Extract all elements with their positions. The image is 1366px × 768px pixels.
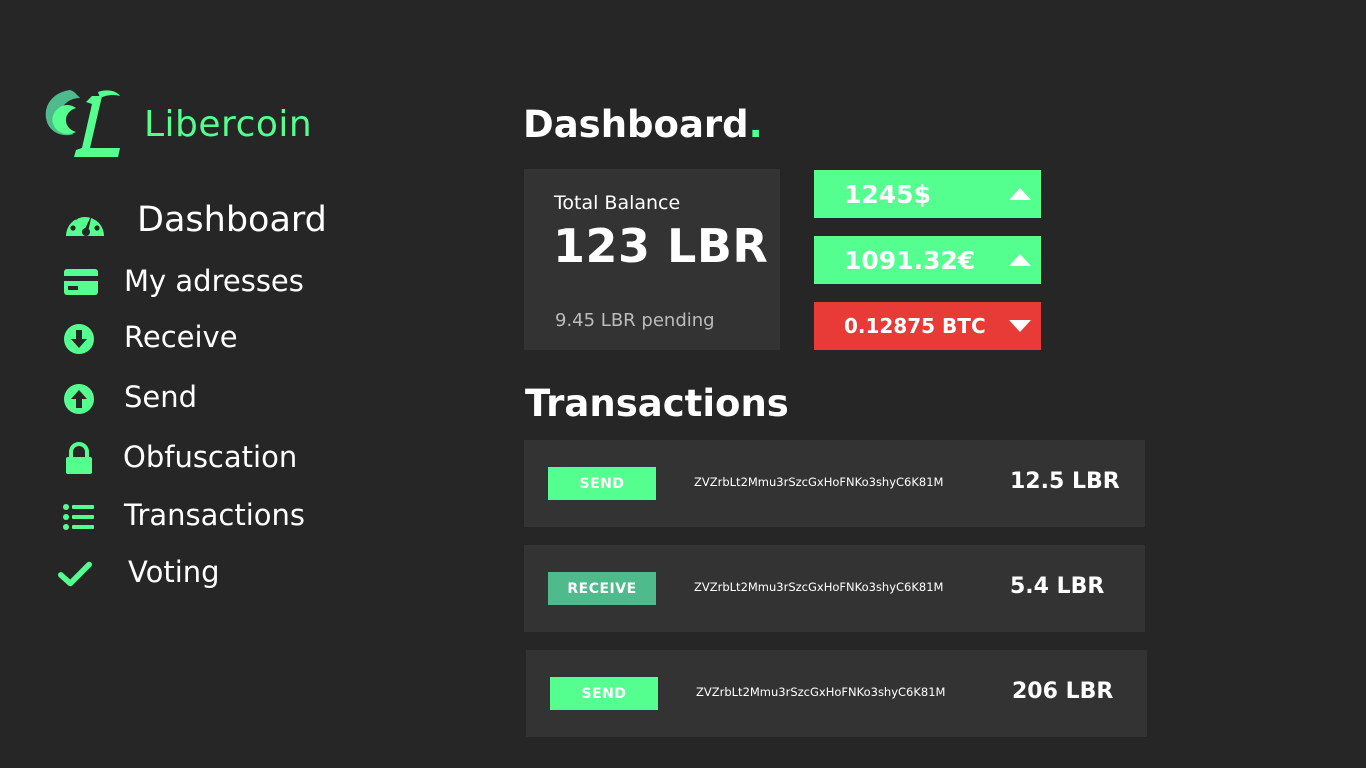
triangle-down-icon — [1009, 320, 1031, 332]
app-window: Libercoin Dashboard My adresses Receive … — [0, 0, 1366, 768]
rate-value: 1091.32€ — [844, 245, 976, 275]
sidebar-item-label: Transactions — [124, 498, 306, 532]
rate-value: 1245$ — [844, 179, 931, 209]
transaction-row[interactable]: SEND ZVZrbLt2Mmu3rSzcGxHoFNKo3shyC6K81M … — [526, 650, 1147, 737]
page-title-dot: . — [748, 103, 763, 146]
sidebar-item-voting[interactable]: Voting — [58, 555, 258, 593]
sidebar-item-label: Receive — [124, 320, 238, 354]
speedometer-icon — [62, 204, 108, 240]
sidebar-item-receive[interactable]: Receive — [62, 320, 282, 358]
rate-usd[interactable]: 1245$ — [814, 170, 1041, 218]
tx-amount: 206 LBR — [1012, 679, 1114, 704]
balance-value: 123 LBR — [553, 219, 769, 273]
tx-type-badge[interactable]: RECEIVE — [548, 572, 656, 605]
brand-name: Libercoin — [144, 104, 313, 145]
transaction-row[interactable]: RECEIVE ZVZrbLt2Mmu3rSzcGxHoFNKo3shyC6K8… — [524, 545, 1145, 632]
total-balance-card: Total Balance 123 LBR 9.45 LBR pending — [524, 169, 780, 350]
balance-label: Total Balance — [554, 192, 681, 214]
tx-amount: 12.5 LBR — [1010, 469, 1120, 494]
sidebar-item-send[interactable]: Send — [62, 380, 262, 418]
lock-icon — [62, 442, 96, 476]
sidebar-item-my-adresses[interactable]: My adresses — [62, 264, 342, 300]
sidebar-item-label: Send — [124, 380, 198, 414]
sidebar-item-label: Obfuscation — [123, 440, 298, 474]
transactions-title: Transactions — [525, 382, 789, 425]
arrow-down-circle-icon — [62, 322, 96, 356]
sidebar-item-label: Dashboard — [137, 200, 327, 240]
tx-type-badge[interactable]: SEND — [548, 467, 656, 500]
check-icon — [58, 557, 92, 591]
page-title: Dashboard. — [523, 103, 763, 146]
transaction-row[interactable]: SEND ZVZrbLt2Mmu3rSzcGxHoFNKo3shyC6K81M … — [524, 440, 1145, 527]
triangle-up-icon — [1009, 188, 1031, 200]
sidebar-item-dashboard[interactable]: Dashboard — [62, 200, 362, 244]
sidebar-item-label: My adresses — [124, 264, 304, 298]
card-icon — [62, 266, 100, 298]
rate-value: 0.12875 BTC — [844, 314, 986, 338]
sidebar-item-obfuscation[interactable]: Obfuscation — [62, 440, 322, 478]
tx-address: ZVZrbLt2Mmu3rSzcGxHoFNKo3shyC6K81M — [694, 580, 944, 594]
tx-address: ZVZrbLt2Mmu3rSzcGxHoFNKo3shyC6K81M — [694, 475, 944, 489]
tx-address: ZVZrbLt2Mmu3rSzcGxHoFNKo3shyC6K81M — [696, 685, 946, 699]
arrow-up-circle-icon — [62, 382, 96, 416]
list-icon — [62, 500, 96, 534]
balance-pending: 9.45 LBR pending — [555, 310, 715, 331]
sidebar-item-label: Voting — [128, 555, 220, 589]
tx-amount: 5.4 LBR — [1010, 574, 1105, 599]
tx-type-badge[interactable]: SEND — [550, 677, 658, 710]
triangle-up-icon — [1009, 254, 1031, 266]
rate-btc[interactable]: 0.12875 BTC — [814, 302, 1041, 350]
sidebar-item-transactions[interactable]: Transactions — [62, 498, 332, 536]
rate-eur[interactable]: 1091.32€ — [814, 236, 1041, 284]
libercoin-logo-icon — [45, 90, 120, 157]
page-title-text: Dashboard — [523, 103, 749, 146]
